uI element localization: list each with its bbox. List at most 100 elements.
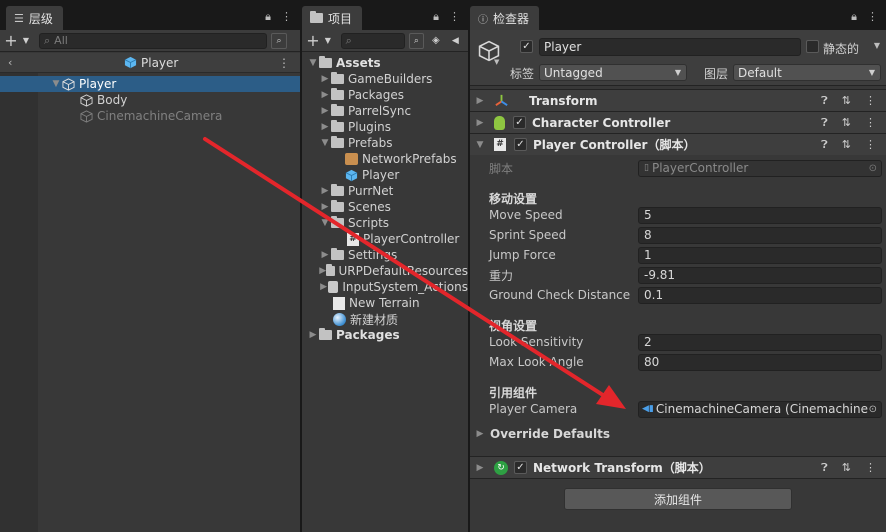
presets-icon[interactable]: ⇅ <box>842 94 851 108</box>
tab-inspector[interactable]: ⓘ 检查器 <box>470 6 540 30</box>
jump-force-field[interactable]: 1 <box>638 246 882 264</box>
collapse-arrow-icon[interactable]: ▶ <box>474 118 486 128</box>
gravity-field[interactable]: -9.81 <box>638 266 882 284</box>
component-header-character-controller[interactable]: ▶ ✓ Character Controller ❓︎ ⇅ ⋮ <box>470 111 886 133</box>
presets-icon[interactable]: ⇅ <box>842 138 851 152</box>
component-menu-icon[interactable]: ⋮ <box>865 138 876 152</box>
override-defaults-foldout[interactable]: ▶ Override Defaults <box>470 425 886 443</box>
project-item-packages[interactable]: ▶ Packages <box>302 87 468 103</box>
create-add-icon[interactable]: + <box>4 31 17 50</box>
tab-hierarchy[interactable]: ☰ 层级 <box>6 6 63 30</box>
project-item-purrnet[interactable]: ▶ PurrNet <box>302 183 468 199</box>
collapse-arrow-icon[interactable]: ▶ <box>474 463 486 473</box>
project-item-new-terrain[interactable]: New Terrain <box>302 295 468 311</box>
presets-icon[interactable]: ⇅ <box>842 116 851 130</box>
collapse-arrow-icon[interactable]: ▶ <box>319 266 326 276</box>
static-checkbox[interactable] <box>806 40 819 53</box>
player-camera-field[interactable]: ◀▮ CinemachineCamera (Cinemachine C ⊙ <box>638 400 882 418</box>
back-chevron-icon[interactable]: ‹ <box>8 56 12 69</box>
expand-arrow-icon[interactable]: ▼ <box>319 218 331 228</box>
collapse-arrow-icon[interactable]: ▶ <box>319 202 331 212</box>
project-item-plugins[interactable]: ▶ Plugins <box>302 119 468 135</box>
component-header-player-controller[interactable]: ▼ # ✓ Player Controller（脚本） ❓︎ ⇅ ⋮ <box>470 133 886 155</box>
folder-icon <box>326 264 335 276</box>
project-item-scripts[interactable]: ▼ Scripts <box>302 215 468 231</box>
object-picker-icon[interactable]: ⊙ <box>869 404 877 415</box>
project-item-scenes[interactable]: ▶ Scenes <box>302 199 468 215</box>
project-item-inputsystem-actions[interactable]: ▶ InputSystem_Actions <box>302 279 468 295</box>
max-look-angle-field[interactable]: 80 <box>638 353 882 371</box>
collapse-arrow-icon[interactable]: ▶ <box>474 96 486 106</box>
project-item-assets[interactable]: ▼ Assets <box>302 55 468 71</box>
hierarchy-item-player[interactable]: ▼ Player <box>0 76 300 92</box>
help-icon[interactable]: ❓︎ <box>821 94 828 108</box>
project-item-settings[interactable]: ▶ Settings <box>302 247 468 263</box>
search-by-label-icon[interactable]: ◈ <box>428 33 443 49</box>
move-speed-field[interactable]: 5 <box>638 206 882 224</box>
hierarchy-item-cinemachinecamera[interactable]: CinemachineCamera <box>0 108 300 124</box>
layer-dropdown[interactable]: Default ▼ <box>733 64 881 81</box>
help-icon[interactable]: ❓︎ <box>821 116 828 130</box>
collapse-arrow-icon[interactable]: ▶ <box>319 106 331 116</box>
collapse-arrow-icon[interactable]: ▶ <box>319 186 331 196</box>
hierarchy-item-body[interactable]: Body <box>0 92 300 108</box>
project-item-playercontroller[interactable]: # PlayerController <box>302 231 468 247</box>
lock-icon[interactable]: 🔒︎ <box>265 10 271 24</box>
component-menu-icon[interactable]: ⋮ <box>865 461 876 475</box>
active-checkbox[interactable]: ✓ <box>520 40 533 53</box>
collapse-arrow-icon[interactable]: ▶ <box>474 429 486 439</box>
lock-icon[interactable]: 🔒︎ <box>851 10 857 24</box>
expand-arrow-icon[interactable]: ▼ <box>307 58 319 68</box>
project-item-gamebuilders[interactable]: ▶ GameBuilders <box>302 71 468 87</box>
expand-arrow-icon[interactable]: ▼ <box>474 140 486 150</box>
info-icon: ⓘ <box>478 14 488 26</box>
object-name-field[interactable]: Player <box>539 38 801 56</box>
project-item-networkprefabs[interactable]: NetworkPrefabs <box>302 151 468 167</box>
component-header-transform[interactable]: ▶ Transform ❓︎ ⇅ ⋮ <box>470 89 886 111</box>
project-item-player-prefab[interactable]: Player <box>302 167 468 183</box>
more-menu-icon[interactable]: ⋮ <box>867 10 878 24</box>
collapse-arrow-icon[interactable]: ▶ <box>319 282 328 292</box>
collapse-arrow-icon[interactable]: ▶ <box>319 122 331 132</box>
expand-arrow-icon[interactable]: ▼ <box>50 79 62 89</box>
create-dropdown-icon[interactable]: ▼ <box>21 33 31 49</box>
project-search-input[interactable]: ⌕ <box>340 32 405 49</box>
static-dropdown-icon[interactable]: ▼ <box>874 41 880 50</box>
project-item-new-material[interactable]: 新建材质 <box>302 311 468 327</box>
component-header-network-transform[interactable]: ▶ ↻ ✓ Network Transform（脚本） ❓︎ ⇅ ⋮ <box>470 456 886 478</box>
component-enabled-checkbox[interactable]: ✓ <box>513 116 526 129</box>
collapse-arrow-icon[interactable]: ▶ <box>307 330 319 340</box>
lock-icon[interactable]: 🔒︎ <box>433 10 439 24</box>
create-add-icon[interactable]: + <box>306 31 319 50</box>
hierarchy-search-input[interactable]: ⌕ All <box>39 32 267 49</box>
search-by-type-icon[interactable]: ⌕ <box>408 32 425 49</box>
sprint-speed-field[interactable]: 8 <box>638 226 882 244</box>
collapse-arrow-icon[interactable]: ▶ <box>319 250 331 260</box>
look-sensitivity-field[interactable]: 2 <box>638 333 882 351</box>
collapse-arrow-icon[interactable]: ▶ <box>319 74 331 84</box>
component-menu-icon[interactable]: ⋮ <box>865 94 876 108</box>
component-enabled-checkbox[interactable]: ✓ <box>514 461 527 474</box>
more-menu-icon[interactable]: ⋮ <box>281 10 292 24</box>
project-item-prefabs[interactable]: ▼ Prefabs <box>302 135 468 151</box>
scene-more-icon[interactable]: ⋮ <box>278 56 290 70</box>
collapse-arrow-icon[interactable]: ▶ <box>319 90 331 100</box>
collapse-icon[interactable]: ◀ <box>448 33 463 49</box>
help-icon[interactable]: ❓︎ <box>821 461 828 475</box>
component-menu-icon[interactable]: ⋮ <box>865 116 876 130</box>
presets-icon[interactable]: ⇅ <box>842 461 851 475</box>
create-dropdown-icon[interactable]: ▼ <box>323 33 333 49</box>
project-item-urpdefaultresources[interactable]: ▶ URPDefaultResources <box>302 263 468 279</box>
more-menu-icon[interactable]: ⋮ <box>449 10 460 24</box>
project-item-packages-root[interactable]: ▶ Packages <box>302 327 468 343</box>
tag-dropdown[interactable]: Untagged ▼ <box>539 64 687 81</box>
scene-visibility-icon[interactable]: ⌕ <box>271 32 287 49</box>
icon-dropdown-icon[interactable]: ▼ <box>494 58 499 66</box>
component-enabled-checkbox[interactable]: ✓ <box>514 138 527 151</box>
ground-check-field[interactable]: 0.1 <box>638 286 882 304</box>
help-icon[interactable]: ❓︎ <box>821 138 828 152</box>
expand-arrow-icon[interactable]: ▼ <box>319 138 331 148</box>
project-item-parrelsync[interactable]: ▶ ParrelSync <box>302 103 468 119</box>
add-component-button[interactable]: 添加组件 <box>564 488 792 510</box>
tab-project[interactable]: 项目 <box>302 6 363 30</box>
